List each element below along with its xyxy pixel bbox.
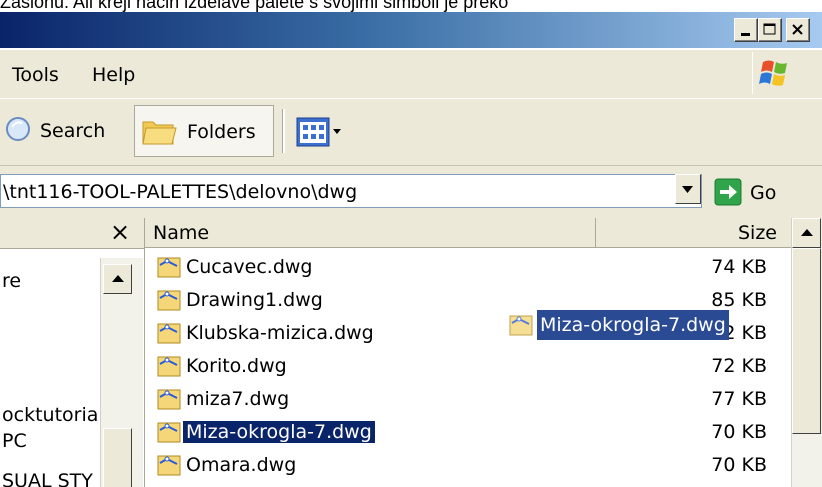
file-row[interactable]: miza7.dwg 77 KB [145, 384, 795, 416]
address-bar: \tnt116-TOOL-PALETTES\delovno\dwg Go [0, 166, 822, 218]
views-button[interactable] [290, 107, 370, 155]
scroll-up-button[interactable] [792, 218, 821, 248]
windows-logo [752, 52, 797, 94]
views-icon [296, 117, 330, 147]
column-header-size[interactable]: Size [595, 218, 791, 248]
dwg-file-icon [509, 315, 533, 336]
file-size: 72 KB [711, 355, 767, 377]
tree-item[interactable]: re [2, 270, 21, 292]
maximize-button[interactable] [758, 18, 782, 42]
dropdown-arrow-icon [682, 186, 693, 193]
tree-item[interactable]: PC [2, 430, 27, 452]
dwg-file-icon [157, 389, 181, 410]
title-bar[interactable] [0, 12, 822, 48]
file-row[interactable]: Omara.dwg 70 KB [145, 450, 795, 482]
close-icon [792, 24, 803, 35]
file-size: 85 KB [711, 289, 767, 311]
scroll-up-icon [801, 229, 813, 236]
scroll-thumb[interactable] [103, 428, 132, 487]
go-button[interactable]: Go [712, 176, 812, 210]
file-row[interactable]: Cucavec.dwg 74 KB [145, 252, 795, 284]
minimize-icon [741, 33, 750, 36]
dwg-file-icon [157, 455, 181, 476]
menu-help[interactable]: Help [92, 64, 135, 86]
scroll-up-button[interactable] [103, 264, 132, 294]
address-path: \tnt116-TOOL-PALETTES\delovno\dwg [3, 181, 358, 203]
file-name: Cucavec.dwg [186, 256, 313, 278]
column-name-label: Name [153, 222, 210, 244]
go-arrow-icon [714, 178, 742, 206]
minimize-button[interactable] [734, 18, 758, 42]
menu-tools[interactable]: Tools [12, 64, 59, 86]
address-input[interactable]: \tnt116-TOOL-PALETTES\delovno\dwg [0, 174, 702, 208]
folders-scrollbar[interactable] [100, 258, 143, 487]
windows-logo-icon [759, 60, 787, 86]
maximize-icon [763, 23, 776, 35]
file-size: 70 KB [711, 454, 767, 476]
file-row[interactable]: Miza-okrogla-7.dwg 70 KB [145, 417, 795, 449]
folders-label: Folders [187, 121, 256, 143]
dwg-file-icon [157, 422, 181, 443]
address-dropdown-button[interactable] [675, 174, 701, 204]
close-pane-button[interactable]: × [110, 218, 130, 246]
folders-button[interactable]: Folders [134, 105, 274, 157]
search-label: Search [40, 120, 106, 142]
search-icon [6, 117, 30, 141]
file-size: 70 KB [711, 421, 767, 443]
menu-bar: Tools Help [0, 50, 822, 99]
file-name: Omara.dwg [186, 454, 297, 476]
file-name: Korito.dwg [186, 355, 287, 377]
close-button[interactable] [786, 18, 810, 42]
go-label: Go [750, 182, 777, 204]
file-size: 74 KB [711, 256, 767, 278]
tree-item[interactable]: ocktutoria [2, 404, 98, 426]
folders-pane-header: × [0, 218, 144, 249]
drag-ghost-label: Miza-okrogla-7.dwg [537, 310, 729, 340]
file-row[interactable]: Korito.dwg 72 KB [145, 351, 795, 383]
dwg-file-icon [157, 290, 181, 311]
dwg-file-icon [157, 356, 181, 377]
file-name: Miza-okrogla-7.dwg [183, 421, 375, 443]
file-name: miza7.dwg [186, 388, 290, 410]
file-name: Drawing1.dwg [186, 289, 323, 311]
scroll-up-icon [112, 275, 124, 282]
folders-pane: × re ocktutoria PC SUAL STY [0, 218, 145, 487]
file-name: Klubska-mizica.dwg [186, 322, 374, 344]
file-list-scrollbar[interactable] [791, 218, 822, 487]
search-button[interactable]: Search [0, 107, 128, 155]
dwg-file-icon [157, 257, 181, 278]
file-size: 77 KB [711, 388, 767, 410]
column-size-label: Size [737, 222, 777, 244]
dropdown-arrow-icon [333, 129, 341, 134]
column-header-name[interactable]: Name [145, 218, 595, 248]
dwg-file-icon [157, 323, 181, 344]
folders-icon [142, 121, 177, 145]
tree-item[interactable]: SUAL STY [2, 470, 93, 487]
toolbar-separator [282, 109, 285, 153]
toolbar: Search Folders [0, 99, 822, 166]
scroll-thumb[interactable] [792, 248, 821, 434]
